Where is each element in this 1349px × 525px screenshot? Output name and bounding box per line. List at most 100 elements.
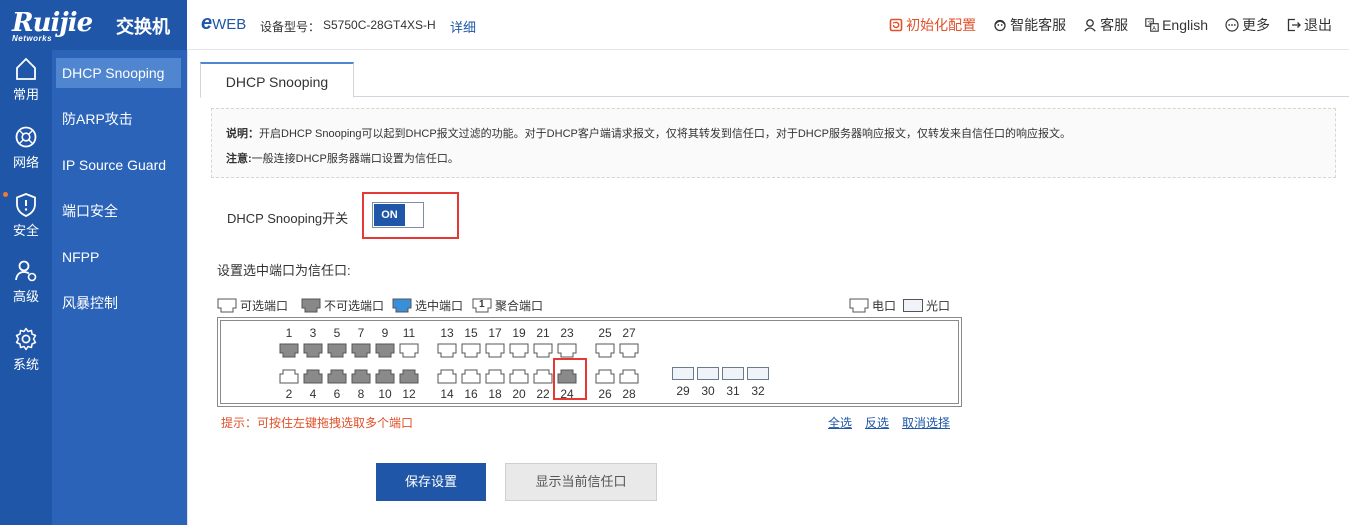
device-detail-link[interactable]: 详细	[450, 17, 476, 36]
port-27[interactable]	[619, 343, 639, 359]
port-number-30: 30	[701, 384, 715, 398]
port-28[interactable]	[619, 368, 639, 384]
more-button[interactable]: 更多	[1225, 15, 1270, 35]
customer-service-button[interactable]: 客服	[1083, 15, 1128, 35]
product-name: 交换机	[116, 17, 170, 37]
port-11[interactable]	[399, 343, 419, 359]
port-26[interactable]	[595, 368, 615, 384]
smart-service-icon	[994, 19, 1006, 32]
port-number-28: 28	[622, 387, 636, 401]
port-20[interactable]	[509, 368, 529, 384]
port-9	[375, 343, 395, 359]
port-number-21: 21	[536, 326, 550, 340]
port-4	[303, 368, 323, 384]
fiber-port-icon	[903, 299, 923, 312]
port-number-8: 8	[357, 387, 365, 401]
aggregate-number: 1	[479, 299, 485, 310]
save-settings-button[interactable]: 保存设置	[376, 463, 486, 501]
reset-icon	[889, 18, 903, 32]
show-trust-ports-button[interactable]: 显示当前信任口	[505, 463, 657, 501]
port-21[interactable]	[533, 343, 553, 359]
port-number-6: 6	[333, 387, 341, 401]
port-5	[327, 343, 347, 359]
globe-icon	[15, 126, 37, 148]
port-number-12: 12	[402, 387, 416, 401]
highlight-box-toggle	[362, 192, 459, 239]
fiber-port-32[interactable]	[747, 367, 769, 380]
sidebar-item-common[interactable]: 常用	[0, 50, 52, 116]
sidebar-item-advanced[interactable]: 高级	[0, 252, 52, 318]
trust-port-label: 设置选中端口为信任口:	[217, 263, 351, 278]
submenu-item-storm-control[interactable]: 风暴控制	[56, 288, 181, 318]
active-indicator-dot	[3, 192, 8, 197]
brand-logo-sub: Networks	[12, 34, 53, 43]
port-2[interactable]	[279, 368, 299, 384]
sidebar-item-system[interactable]: 系统	[0, 320, 52, 386]
smart-service-button[interactable]: 智能客服	[993, 15, 1066, 35]
port-16[interactable]	[461, 368, 481, 384]
brand-logo-area: Ruijie Networks 交换机	[0, 0, 187, 50]
port-number-5: 5	[333, 326, 341, 340]
home-icon	[16, 57, 36, 80]
sidebar-item-security[interactable]: 安全	[0, 186, 52, 252]
legend-unavailable: 不可选端口	[301, 297, 384, 314]
language-button[interactable]: 文A English	[1145, 17, 1208, 33]
fiber-port-31[interactable]	[722, 367, 744, 380]
submenu-item-dhcp-snooping[interactable]: DHCP Snooping	[56, 58, 181, 88]
submenu-item-nfpp[interactable]: NFPP	[56, 242, 181, 272]
note-warning: 注意:一般连接DHCP服务器端口设置为信任口。	[226, 153, 459, 165]
port-number-1: 1	[285, 326, 293, 340]
port-number-23: 23	[560, 326, 574, 340]
port-18[interactable]	[485, 368, 505, 384]
port-25[interactable]	[595, 343, 615, 359]
port-3	[303, 343, 323, 359]
fiber-port-30[interactable]	[697, 367, 719, 380]
port-14[interactable]	[437, 368, 457, 384]
port-number-31: 31	[726, 384, 740, 398]
port-23[interactable]	[557, 343, 577, 359]
port-number-13: 13	[440, 326, 454, 340]
port-22[interactable]	[533, 368, 553, 384]
fiber-port-29[interactable]	[672, 367, 694, 380]
legend-available: 可选端口	[217, 297, 288, 314]
port-number-17: 17	[488, 326, 502, 340]
advanced-user-icon	[15, 260, 37, 282]
device-model-value: S5750C-28GT4XS-H	[323, 18, 436, 32]
port-number-25: 25	[598, 326, 612, 340]
highlight-box-port-24	[553, 358, 587, 400]
tab-dhcp-snooping[interactable]: DHCP Snooping	[200, 62, 354, 98]
top-bar: eWEB 设备型号： S5750C-28GT4XS-H 详细 初始化配置 智能客…	[187, 0, 1349, 50]
port-number-7: 7	[357, 326, 365, 340]
svg-text:A: A	[1152, 26, 1156, 32]
note-description: 说明：开启DHCP Snooping可以起到DHCP报文过滤的功能。对于DHCP…	[226, 128, 1072, 140]
port-19[interactable]	[509, 343, 529, 359]
port-number-2: 2	[285, 387, 293, 401]
clear-selection-link[interactable]: 取消选择	[902, 414, 950, 431]
port-13[interactable]	[437, 343, 457, 359]
port-number-14: 14	[440, 387, 454, 401]
available-port-icon	[217, 298, 237, 313]
invert-selection-link[interactable]: 反选	[865, 414, 889, 431]
sidebar-item-network[interactable]: 网络	[0, 118, 52, 184]
more-icon	[1225, 18, 1239, 32]
switch-label: DHCP Snooping开关	[227, 211, 349, 226]
port-10	[375, 368, 395, 384]
device-model-label: 设备型号：	[260, 20, 321, 34]
port-number-3: 3	[309, 326, 317, 340]
unavailable-port-icon	[301, 298, 321, 313]
port-number-32: 32	[751, 384, 765, 398]
port-number-18: 18	[488, 387, 502, 401]
port-number-16: 16	[464, 387, 478, 401]
submenu-item-ip-source-guard[interactable]: IP Source Guard	[56, 150, 181, 180]
port-15[interactable]	[461, 343, 481, 359]
select-all-link[interactable]: 全选	[828, 414, 852, 431]
submenu-item-anti-arp[interactable]: 防ARP攻击	[56, 104, 181, 134]
submenu-item-port-security[interactable]: 端口安全	[56, 196, 181, 226]
port-17[interactable]	[485, 343, 505, 359]
init-config-button[interactable]: 初始化配置	[889, 15, 976, 35]
port-number-29: 29	[676, 384, 690, 398]
logout-button[interactable]: 退出	[1287, 15, 1332, 35]
user-service-icon	[1084, 19, 1096, 32]
copper-port-icon	[849, 298, 869, 313]
legend-fiber: 光口	[903, 297, 950, 314]
